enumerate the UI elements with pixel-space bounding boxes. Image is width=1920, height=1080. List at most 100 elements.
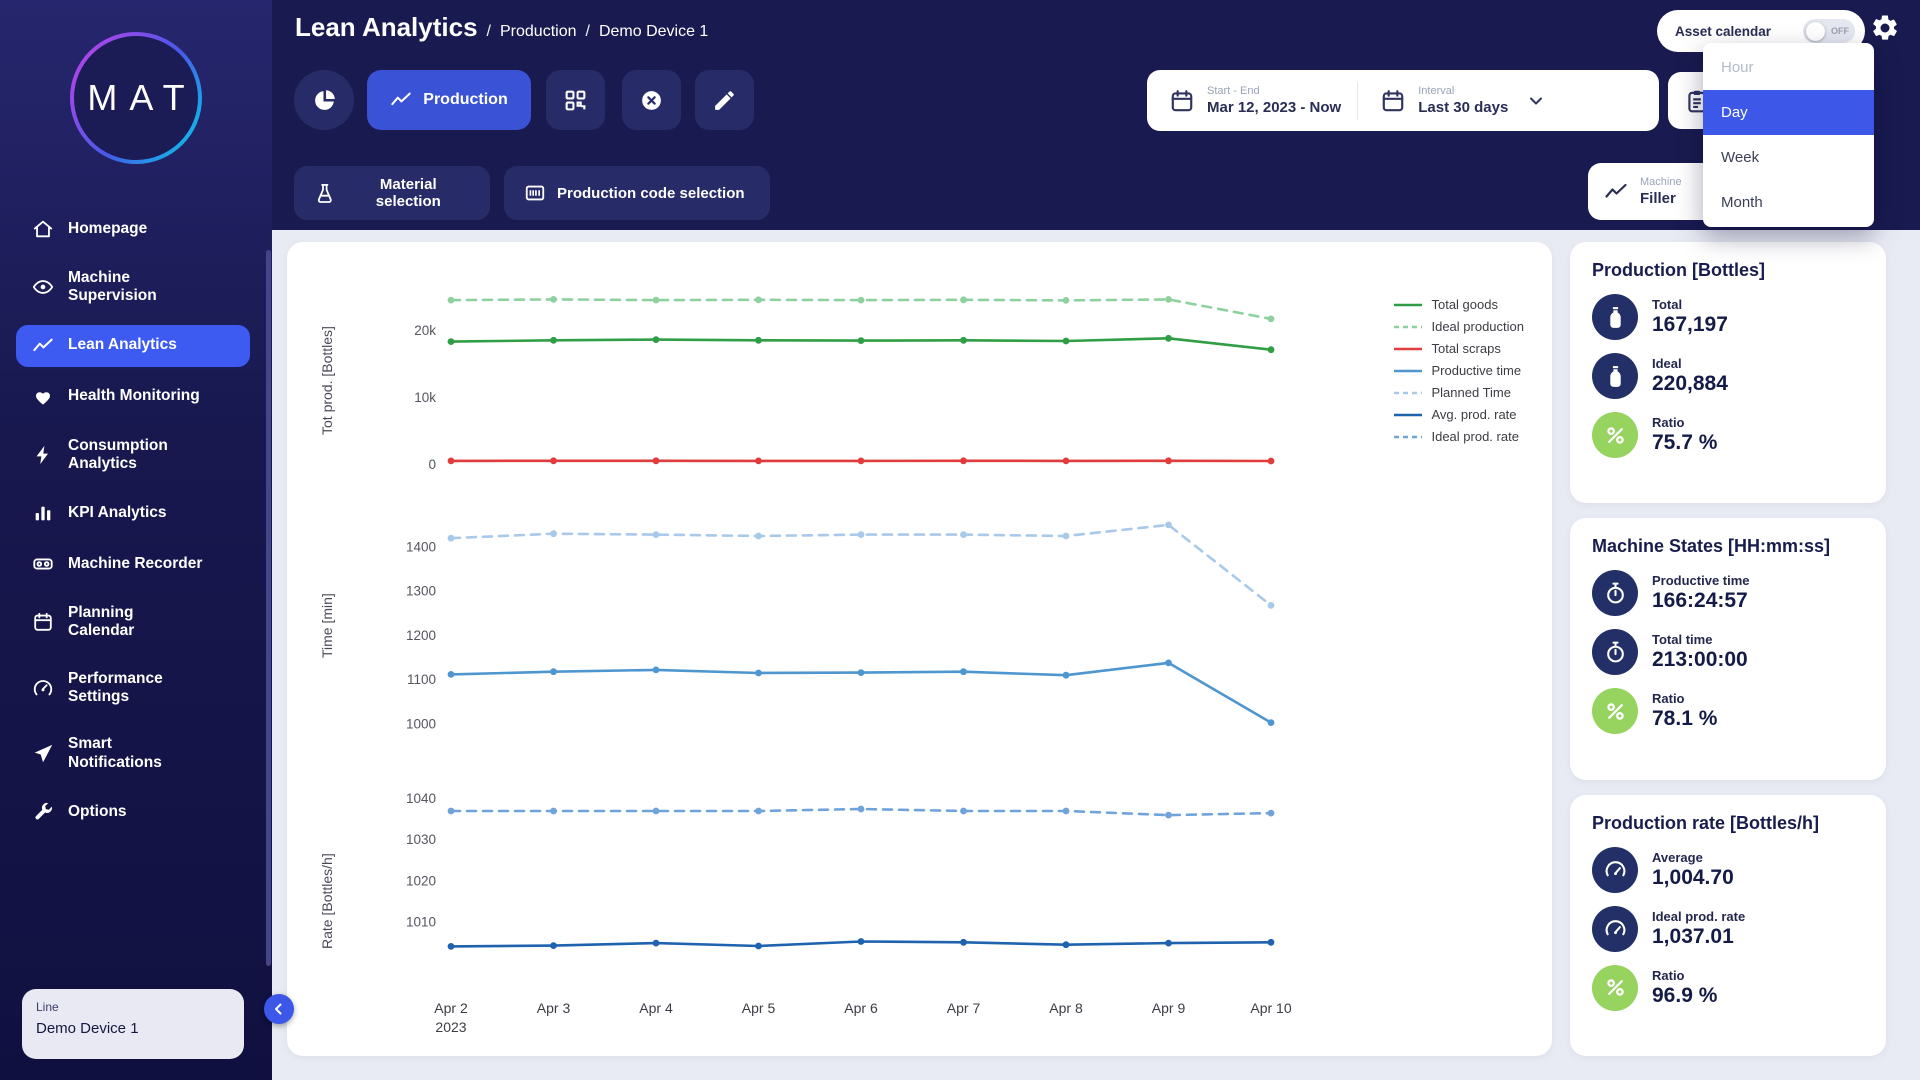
kpi-label: Average: [1652, 849, 1703, 865]
bottle-icon: [1592, 294, 1638, 340]
breadcrumb-item[interactable]: Production: [500, 23, 577, 41]
legend-item-productive-time[interactable]: Productive time: [1393, 363, 1524, 378]
brand-logo: MAT: [70, 32, 202, 164]
breadcrumb-separator: /: [585, 23, 590, 40]
production-tab-button[interactable]: Production: [367, 70, 531, 130]
main: Lean Analytics / Production / Demo Device 1…: [272, 0, 1920, 1080]
kpi-label: Total time: [1652, 632, 1713, 648]
legend-label: Ideal prod. rate: [1431, 429, 1519, 444]
kpi-card-machine-states-hh-mm-ss: Machine States [HH:mm:ss] Productive time…: [1570, 518, 1886, 780]
legend-item-avg-prod-rate[interactable]: Avg. prod. rate: [1393, 407, 1524, 422]
breadcrumb-item[interactable]: Demo Device 1: [599, 23, 708, 41]
svg-text:Apr 8: Apr 8: [1049, 1000, 1083, 1016]
legend-swatch: [1394, 347, 1423, 350]
percent-icon: [1592, 964, 1638, 1011]
chart-row: Tot prod. [Bottles] 0 10k 20k: [313, 268, 1532, 493]
brand-logo-text: MAT: [87, 77, 197, 118]
kpi-value: 78.1 %: [1652, 707, 1718, 731]
toggle-switch[interactable]: OFF: [1803, 19, 1855, 43]
grid-view-button[interactable]: [546, 70, 605, 130]
kpi-row: Ideal 220,884: [1592, 353, 1864, 399]
sidebar-item-label: Health Monitoring: [68, 387, 200, 405]
material-selection-button[interactable]: Material selection: [294, 166, 490, 220]
heart-icon: [32, 386, 54, 408]
speedometer-icon: [1592, 846, 1638, 893]
date-range-bar: Start - End Mar 12, 2023 - Now Interval …: [1147, 70, 1659, 131]
sidebar-item-consumption-analytics[interactable]: Consumption Analytics: [16, 427, 250, 484]
sidebar-collapse-button[interactable]: [264, 994, 294, 1024]
svg-text:Apr 7: Apr 7: [947, 1000, 981, 1016]
edit-chart-icon: [712, 88, 737, 113]
kpi-row: Ideal prod. rate 1,037.01: [1592, 905, 1864, 952]
machine-label: Machine: [1640, 176, 1682, 188]
kpi-value: 213:00:00: [1652, 648, 1748, 672]
sidebar-item-label: Homepage: [68, 219, 148, 237]
svg-text:1200: 1200: [406, 628, 436, 643]
pie-chart-view-button[interactable]: [294, 70, 354, 130]
calendar-icon: [32, 611, 54, 633]
svg-text:1400: 1400: [406, 540, 436, 555]
line-chart-icon: [32, 335, 54, 357]
chart-card: Total goods Ideal production Total scraps P…: [287, 242, 1552, 1056]
kpi-row: Total 167,197: [1592, 294, 1864, 340]
sidebar-item-performance-settings[interactable]: Performance Settings: [16, 660, 250, 717]
sidebar-scrollbar[interactable]: [266, 250, 271, 966]
kpi-card-production-rate-bottles-h: Production rate [Bottles/h] Average 1,004.…: [1570, 794, 1886, 1056]
sidebar-item-label: KPI Analytics: [68, 503, 167, 521]
sidebar-item-machine-supervision[interactable]: Machine Supervision: [16, 259, 250, 316]
svg-text:Apr 3: Apr 3: [537, 1000, 571, 1016]
legend-item-ideal-production[interactable]: Ideal production: [1393, 319, 1524, 334]
kpi-value: 1,037.01: [1652, 924, 1734, 948]
legend-item-total-scraps[interactable]: Total scraps: [1393, 341, 1524, 356]
start-end-label: Start - End: [1207, 85, 1260, 97]
edit-chart-button[interactable]: [695, 70, 754, 130]
sidebar-item-kpi-analytics[interactable]: KPI Analytics: [16, 492, 250, 534]
legend-item-planned-time[interactable]: Planned Time: [1393, 385, 1524, 400]
production-code-selection-button[interactable]: Production code selection: [504, 166, 770, 220]
chevron-left-icon: [270, 1000, 288, 1018]
kpi-row: Productive time 166:24:57: [1592, 570, 1864, 617]
interval-field[interactable]: Interval Last 30 days: [1358, 85, 1562, 116]
svg-text:10k: 10k: [414, 390, 436, 405]
bolt-icon: [32, 444, 54, 466]
svg-text:Apr 2: Apr 2: [434, 1000, 468, 1016]
date-range-field[interactable]: Start - End Mar 12, 2023 - Now: [1147, 85, 1357, 116]
legend-swatch: [1394, 325, 1423, 328]
legend-item-total-goods[interactable]: Total goods: [1393, 297, 1524, 312]
eye-icon: [32, 276, 54, 298]
svg-text:1010: 1010: [406, 914, 436, 929]
svg-text:1100: 1100: [407, 672, 436, 687]
sidebar-item-label: Performance Settings: [68, 669, 163, 705]
bar-chart-icon: [32, 502, 54, 524]
sidebar-item-options[interactable]: Options: [16, 791, 250, 833]
sidebar-item-smart-notifications[interactable]: Smart Notifications: [16, 725, 250, 782]
kpi-value: 75.7 %: [1652, 431, 1718, 454]
sidebar-item-label: Planning Calendar: [68, 604, 135, 640]
svg-text:1300: 1300: [406, 584, 436, 599]
sidebar-item-machine-recorder[interactable]: Machine Recorder: [16, 543, 250, 585]
dropdown-option-month[interactable]: Month: [1703, 180, 1874, 225]
sidebar-item-label: Smart Notifications: [68, 735, 162, 771]
dropdown-option-week[interactable]: Week: [1703, 135, 1874, 180]
legend-item-ideal-prod-rate[interactable]: Ideal prod. rate: [1393, 429, 1524, 444]
home-icon: [32, 218, 54, 240]
asset-calendar-label: Asset calendar: [1675, 23, 1772, 39]
sidebar-item-planning-calendar[interactable]: Planning Calendar: [16, 594, 250, 651]
sidebar-item-lean-analytics[interactable]: Lean Analytics: [16, 324, 250, 367]
dropdown-option-day[interactable]: Day: [1703, 90, 1874, 135]
interval-value: Last 30 days: [1418, 99, 1509, 116]
kpi-row: Ratio 75.7 %: [1592, 412, 1864, 458]
svg-text:20k: 20k: [414, 323, 436, 338]
legend-label: Ideal production: [1431, 319, 1524, 334]
sidebar-item-homepage[interactable]: Homepage: [16, 208, 250, 250]
kpi-value: 1,004.70: [1652, 865, 1734, 889]
svg-text:1000: 1000: [406, 716, 436, 731]
dropdown-option-hour[interactable]: Hour: [1703, 45, 1874, 90]
chart-row: Rate [Bottles/h] 1010 1020 1030 1040 Apr 2 202…: [313, 758, 1532, 1045]
settings-gear-icon[interactable]: [1870, 13, 1900, 43]
toggle-state-label: OFF: [1831, 26, 1849, 36]
sidebar-item-health-monitoring[interactable]: Health Monitoring: [16, 376, 250, 418]
clear-selection-button[interactable]: [622, 70, 681, 130]
gauge-icon: [32, 677, 54, 699]
device-line-label: Line: [36, 1000, 59, 1014]
